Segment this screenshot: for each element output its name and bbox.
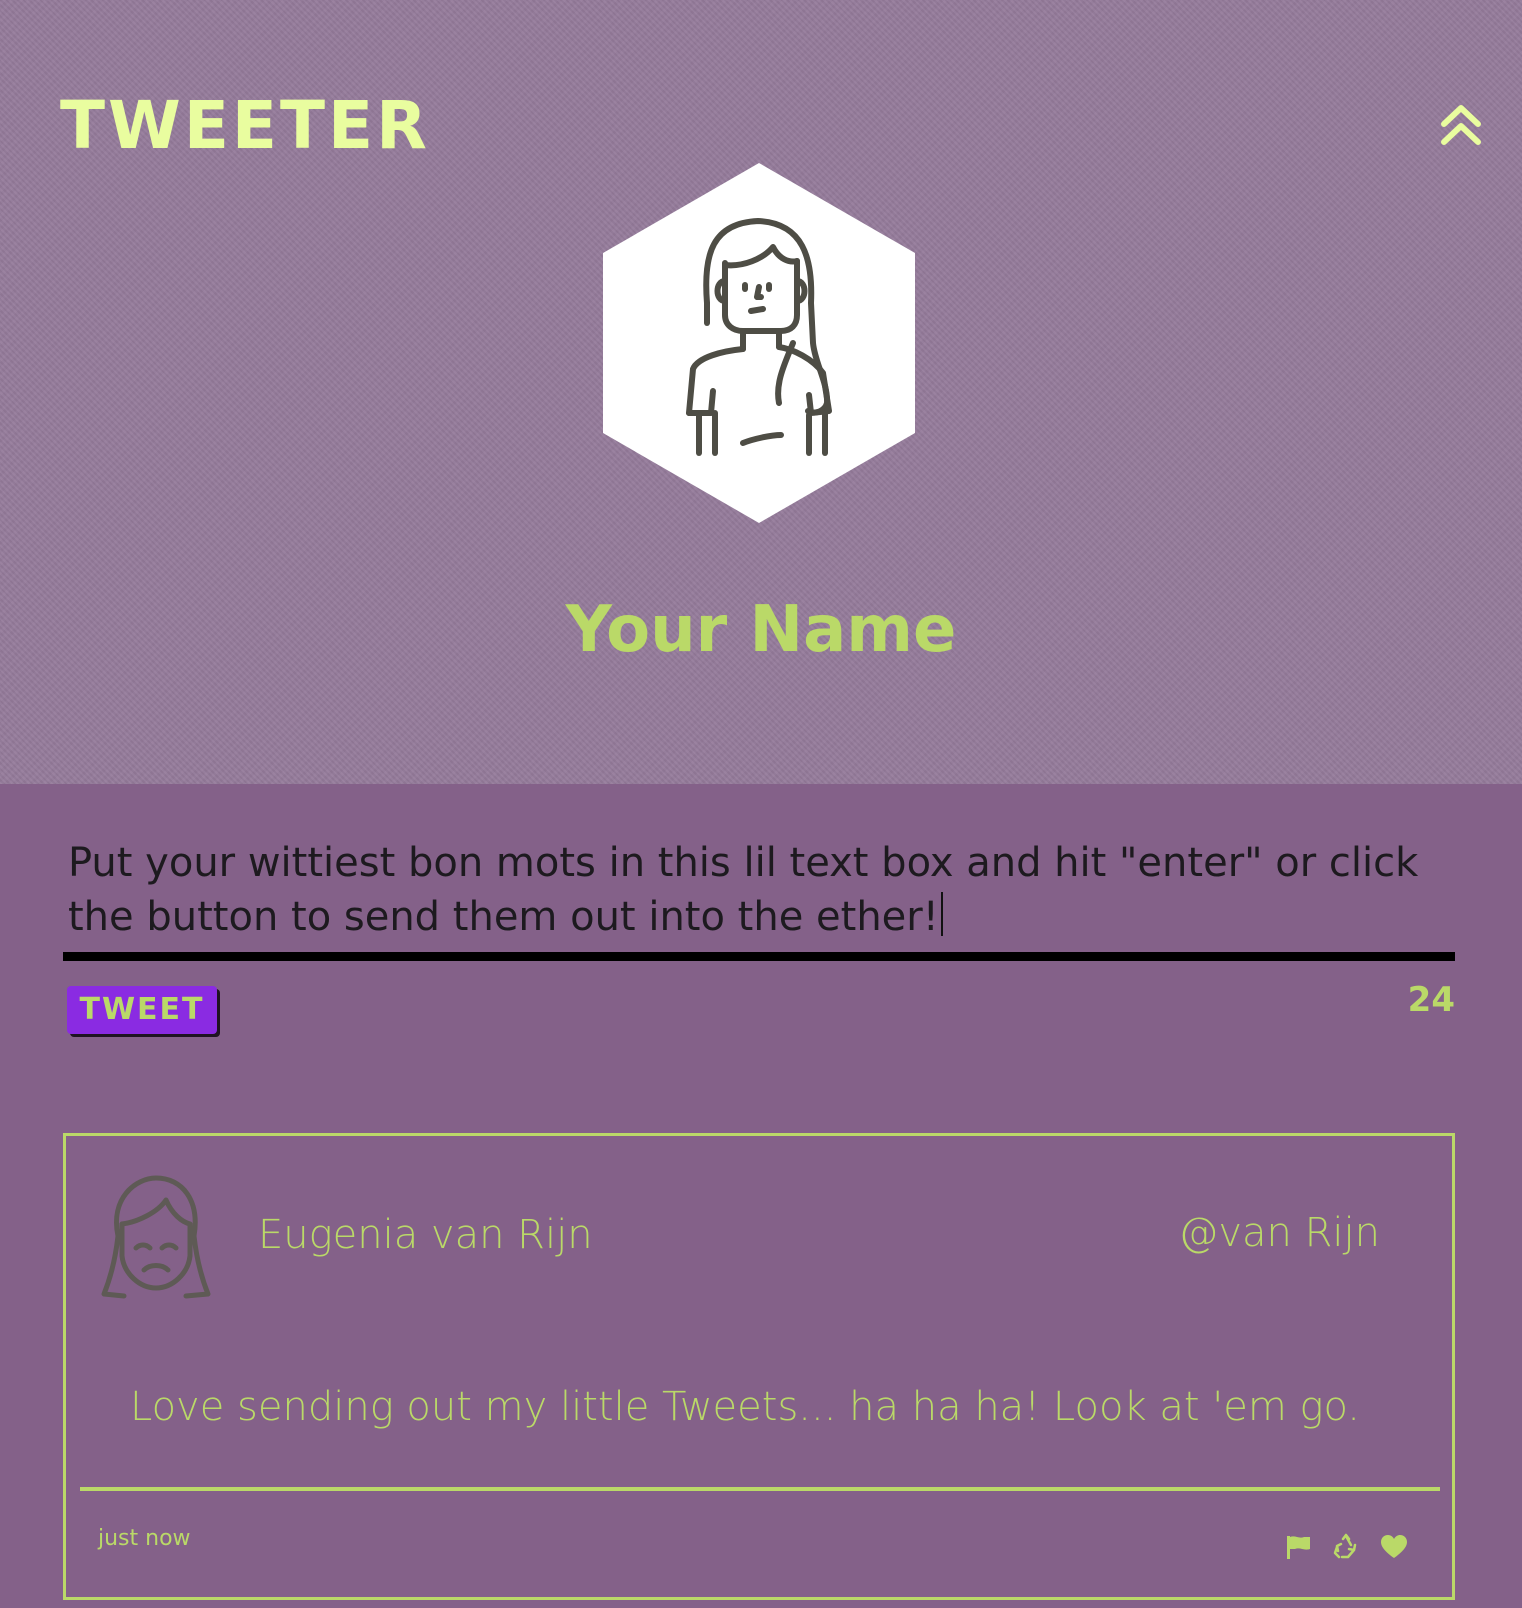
tweet-button[interactable]: TWEET: [67, 986, 217, 1034]
tweet-composer[interactable]: Put your wittiest bon mots in this lil t…: [63, 836, 1455, 964]
tweet-author-name: Eugenia van Rijn: [258, 1212, 593, 1258]
tweet-author-handle: @van Rijn: [1178, 1210, 1380, 1256]
profile-name: Your Name: [565, 593, 957, 667]
text-caret: [940, 892, 943, 936]
scroll-up-icon[interactable]: [1436, 100, 1486, 150]
profile-avatar: [603, 163, 915, 523]
tweet-textarea-value: Put your wittiest bon mots in this lil t…: [68, 840, 1419, 940]
flag-icon[interactable]: [1284, 1533, 1312, 1561]
tweet-textarea[interactable]: Put your wittiest bon mots in this lil t…: [63, 836, 1455, 951]
tweet-timestamp: just now: [98, 1526, 191, 1551]
heart-icon[interactable]: [1380, 1533, 1408, 1561]
tweet-card: Eugenia van Rijn @van Rijn Love sending …: [63, 1133, 1455, 1600]
tweet-body: Love sending out my little Tweets... ha …: [130, 1384, 1361, 1430]
brand-logo: TWEETER: [60, 87, 430, 164]
tweet-divider: [80, 1487, 1440, 1491]
character-counter: 24: [1407, 980, 1455, 1020]
profile-header: TWEETER Your Name: [0, 0, 1522, 784]
tweet-author-avatar: [96, 1174, 212, 1300]
tweet-actions: [1284, 1529, 1408, 1565]
composer-underline: [63, 952, 1455, 961]
retweet-icon[interactable]: [1332, 1533, 1360, 1561]
